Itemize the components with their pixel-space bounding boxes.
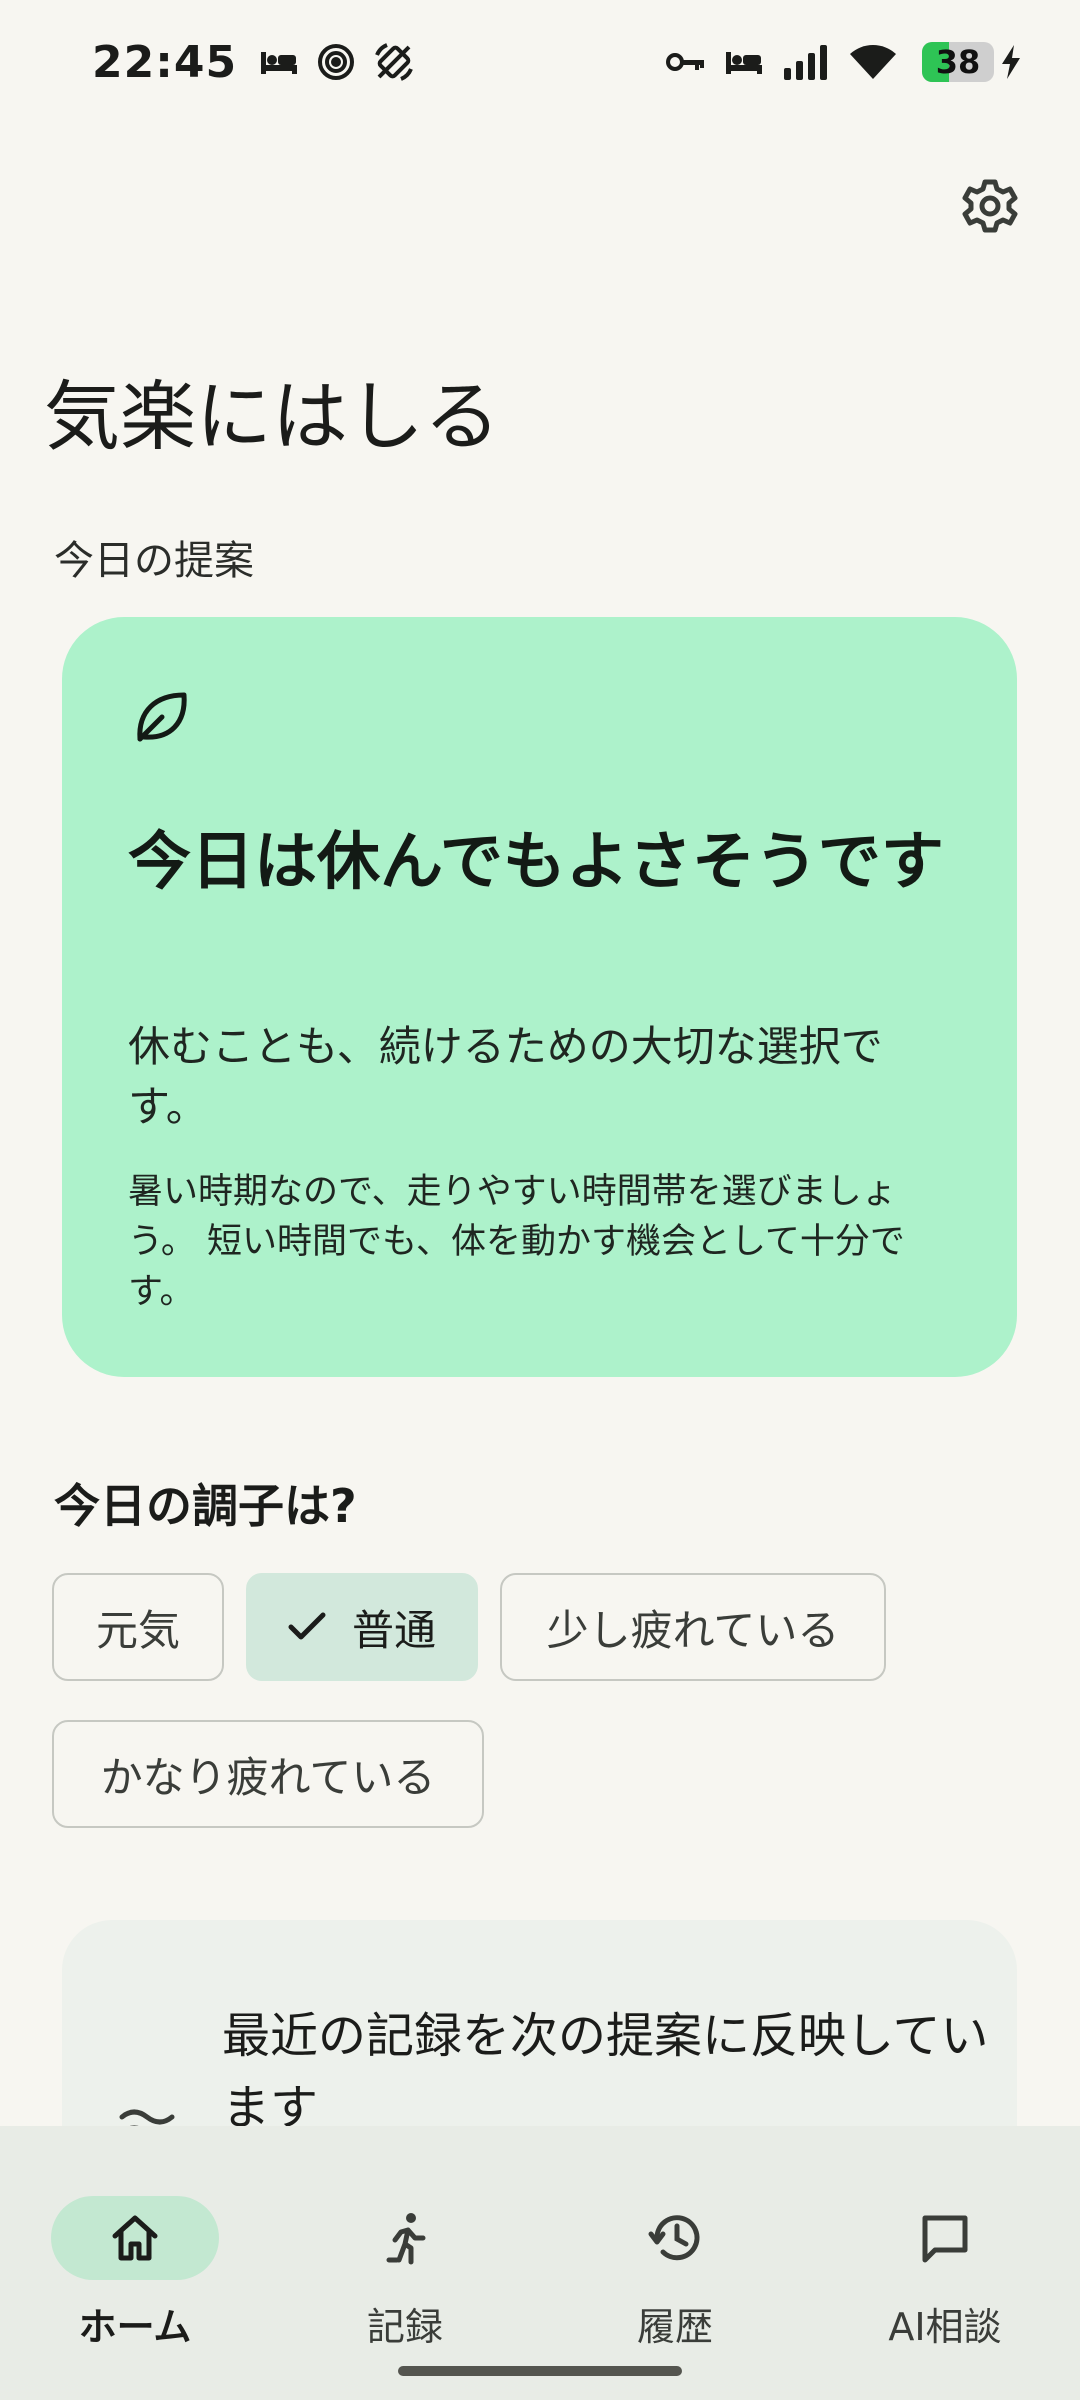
suggestion-subtitle: 休むことも、続けるための大切な選択です。 xyxy=(128,1022,883,1131)
suggestion-title: 今日は休んでもよさそうです xyxy=(128,825,944,898)
chip-label: 普通 xyxy=(351,1605,436,1655)
mood-chip-kanari-tsukare[interactable]: かなり疲れている xyxy=(52,1720,484,1828)
status-right: 38 xyxy=(666,42,1022,82)
settings-button[interactable] xyxy=(962,178,1018,234)
check-icon xyxy=(288,1612,326,1642)
charging-icon xyxy=(1000,45,1022,79)
nav-item-history[interactable]: 履歴 xyxy=(565,2160,785,2349)
nav-item-home[interactable]: ホーム xyxy=(25,2160,245,2349)
nav-label-ai: AI相談 xyxy=(888,2305,1002,2349)
nav-label-history: 履歴 xyxy=(636,2305,713,2349)
leaf-icon xyxy=(132,689,190,751)
status-bar: 22:45 38 xyxy=(0,0,1080,124)
mood-chip-genki[interactable]: 元気 xyxy=(52,1573,224,1681)
chip-label: 少し疲れている xyxy=(546,1605,840,1655)
mood-chip-futsuu[interactable]: 普通 xyxy=(246,1573,478,1681)
key-icon xyxy=(666,51,706,73)
battery-icon: 38 xyxy=(922,42,994,82)
info-text: 最近の記録を次の提案に反映しています xyxy=(222,2008,989,2136)
history-icon xyxy=(648,2215,700,2261)
running-icon xyxy=(386,2213,426,2265)
signal-icon xyxy=(782,44,830,80)
nav-label-record: 記録 xyxy=(366,2305,443,2349)
battery-percent: 38 xyxy=(935,43,981,81)
wifi-icon xyxy=(848,43,898,81)
mood-chip-sukoshi-tsukare[interactable]: 少し疲れている xyxy=(500,1573,886,1681)
nav-item-ai[interactable]: AI相談 xyxy=(835,2160,1055,2349)
page-title: 気楽にはしる xyxy=(44,372,500,461)
nav-item-record[interactable]: 記録 xyxy=(295,2160,515,2349)
gesture-home-indicator[interactable] xyxy=(398,2366,682,2376)
gear-icon xyxy=(962,179,1018,233)
suggestion-section-label: 今日の提案 xyxy=(54,538,254,584)
rotate-off-icon xyxy=(373,41,415,83)
suggestion-body: 暑い時期なので、走りやすい時間帯を選びましょう。 短い時間でも、体を動かす機会と… xyxy=(128,1172,905,1312)
chip-label: 元気 xyxy=(95,1605,180,1655)
suggestion-card: 今日は休んでもよさそうです 休むことも、続けるための大切な選択です。 暑い時期な… xyxy=(62,617,1017,1377)
bed-icon xyxy=(724,48,764,76)
nav-label-home: ホーム xyxy=(78,2305,192,2349)
chip-label: かなり疲れている xyxy=(100,1752,436,1802)
spiral-icon xyxy=(317,43,355,81)
status-left: 22:45 xyxy=(92,37,433,88)
bottom-nav: ホーム 記録 履歴 AI相談 xyxy=(0,2126,1080,2400)
mood-question: 今日の調子は? xyxy=(54,1479,357,1533)
bed-icon xyxy=(259,48,299,76)
status-time: 22:45 xyxy=(92,36,238,88)
chat-icon xyxy=(922,2215,968,2263)
home-icon xyxy=(112,2215,158,2261)
